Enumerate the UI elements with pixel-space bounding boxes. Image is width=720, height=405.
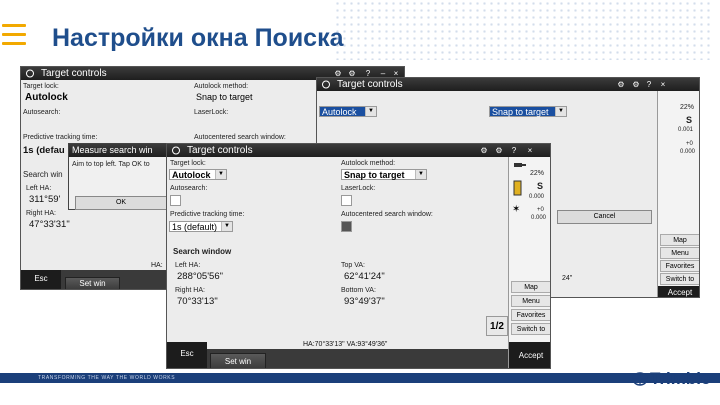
laserlock-label: LaserLock: bbox=[341, 185, 376, 192]
predictive-label: Predictive tracking time: bbox=[23, 134, 98, 141]
logo-text: Trimble bbox=[650, 369, 711, 388]
offset-plus-text: +0 bbox=[686, 141, 693, 147]
top-va-value: 62°41'24" bbox=[344, 271, 385, 282]
menu-button[interactable]: Menu bbox=[511, 295, 550, 307]
trimble-globe-icon bbox=[632, 372, 648, 386]
predictive-dropdown[interactable]: 1s (default) ▼ bbox=[169, 221, 233, 232]
prism-constant-text: 0.000 bbox=[529, 194, 545, 200]
map-button[interactable]: Map bbox=[660, 234, 699, 246]
autolock-method-label: Autolock method: bbox=[194, 83, 249, 90]
autocentered-label: Autocentered search window: bbox=[194, 134, 286, 141]
status-text: HA: bbox=[151, 262, 163, 269]
search-window-heading: Search window bbox=[173, 247, 232, 256]
target-type-text: S bbox=[537, 181, 544, 191]
offset-plus-text: +0 bbox=[537, 207, 544, 213]
close-icon[interactable]: × bbox=[524, 144, 536, 157]
autolock-method-dropdown[interactable]: Snap to target bbox=[194, 92, 289, 103]
autocentered-label: Autocentered search window: bbox=[341, 211, 433, 218]
autolock-method-dropdown[interactable]: Snap to target ▼ bbox=[489, 106, 567, 117]
target-prism-icon: ✶ bbox=[512, 204, 521, 215]
trimble-logo: Trimble bbox=[632, 369, 710, 389]
predictive-label: Predictive tracking time: bbox=[170, 211, 245, 218]
target-lock-label: Target lock: bbox=[23, 83, 59, 90]
decorative-dots bbox=[334, 0, 714, 60]
offset-value-text: 0.000 bbox=[680, 149, 696, 155]
predictive-dropdown[interactable]: 1s (defau bbox=[23, 145, 65, 156]
settings-icon[interactable]: ⚙ bbox=[630, 78, 642, 91]
offset-value-text: 0.000 bbox=[531, 215, 547, 221]
instrument-icon bbox=[513, 180, 522, 196]
app-icon bbox=[26, 69, 34, 78]
footer-tagline: TRANSFORMING THE WAY THE WORLD WORKS bbox=[38, 375, 176, 381]
target-controls-window-front: Target controls ⚙ ⚙ ? × Target lock: Aut… bbox=[166, 143, 551, 369]
ok-button[interactable]: OK bbox=[75, 196, 167, 210]
autosearch-label: Autosearch: bbox=[23, 109, 61, 116]
help-icon[interactable]: ? bbox=[508, 144, 520, 157]
autolock-method-label: Autolock method: bbox=[341, 160, 396, 167]
top-va-label: Top VA: bbox=[341, 262, 365, 269]
tools-icon[interactable]: ⚙ bbox=[615, 78, 627, 91]
left-ha-value: 311°59' bbox=[29, 194, 61, 205]
target-lock-dropdown[interactable]: Autolock bbox=[23, 92, 83, 103]
status-text: HA:70°33'13" VA:93°49'36" bbox=[303, 341, 388, 348]
prism-constant-text: 0.001 bbox=[678, 127, 694, 133]
target-type-text: S bbox=[686, 115, 693, 125]
search-window-heading: Search win bbox=[23, 170, 63, 179]
switch-to-button[interactable]: Switch to bbox=[511, 323, 550, 335]
bottom-va-label: Bottom VA: bbox=[341, 287, 376, 294]
left-ha-label: Left HA: bbox=[175, 262, 201, 269]
tools-icon[interactable]: ⚙ bbox=[478, 144, 490, 157]
favorites-button[interactable]: Favorites bbox=[511, 309, 550, 321]
laserlock-label: LaserLock: bbox=[194, 109, 229, 116]
accept-button[interactable]: Accept bbox=[658, 286, 699, 297]
target-lock-dropdown[interactable]: Autolock ▼ bbox=[319, 106, 377, 117]
right-ha-label: Right HA: bbox=[175, 287, 205, 294]
status-sidebar: 22% S 0.000 ✶ +0 0.000 Map Menu Favorite… bbox=[508, 157, 550, 368]
target-lock-dropdown[interactable]: Autolock ▼ bbox=[169, 169, 227, 180]
set-win-button[interactable]: Set win bbox=[65, 277, 120, 289]
window-titlebar: Target controls ⚙ ⚙ ? × bbox=[167, 144, 550, 157]
battery-text: 22% bbox=[530, 170, 545, 177]
window-titlebar: Target controls ⚙ ⚙ ? × bbox=[317, 78, 699, 91]
vertical-angle-text: 24" bbox=[562, 275, 573, 282]
autocentered-checkbox[interactable] bbox=[341, 221, 352, 232]
page-toggle-button[interactable]: 1/2 bbox=[486, 316, 508, 336]
window-title: Target controls bbox=[337, 79, 403, 90]
cancel-button[interactable]: Cancel bbox=[557, 210, 652, 224]
left-ha-label: Left HA: bbox=[26, 185, 52, 192]
autosearch-label: Autosearch: bbox=[170, 185, 208, 192]
switch-to-button[interactable]: Switch to bbox=[660, 273, 699, 285]
right-ha-value: 70°33'13" bbox=[177, 296, 218, 307]
esc-button[interactable]: Esc bbox=[167, 342, 207, 368]
map-button[interactable]: Map bbox=[511, 281, 550, 293]
status-sidebar: 22% S 0.001 +0 0.000 Map Menu Favorites … bbox=[657, 91, 699, 297]
window-title: Target controls bbox=[187, 145, 253, 156]
autolock-method-dropdown[interactable]: Snap to target ▼ bbox=[341, 169, 427, 180]
right-ha-label: Right HA: bbox=[26, 210, 56, 217]
settings-icon[interactable]: ⚙ bbox=[493, 144, 505, 157]
window-title: Target controls bbox=[41, 68, 107, 79]
right-ha-value: 47°33'31" bbox=[29, 219, 70, 230]
set-win-button[interactable]: Set win bbox=[210, 353, 266, 368]
bottom-va-value: 93°49'37" bbox=[344, 296, 385, 307]
dialog-message: Aim to top left. Tap OK to bbox=[72, 161, 150, 168]
laserlock-checkbox[interactable] bbox=[341, 195, 352, 206]
favorites-button[interactable]: Favorites bbox=[660, 260, 699, 272]
esc-button[interactable]: Esc bbox=[21, 270, 61, 289]
app-icon bbox=[322, 80, 330, 89]
help-icon[interactable]: ? bbox=[643, 78, 655, 91]
slide-title: Настройки окна Поиска bbox=[52, 24, 344, 52]
autosearch-checkbox[interactable] bbox=[170, 195, 181, 206]
menu-button[interactable]: Menu bbox=[660, 247, 699, 259]
left-ha-value: 288°05'56" bbox=[177, 271, 223, 282]
battery-text: 22% bbox=[680, 104, 695, 111]
accept-button[interactable]: Accept bbox=[509, 342, 550, 368]
plug-icon bbox=[514, 163, 526, 167]
app-icon bbox=[172, 146, 180, 155]
close-icon[interactable]: × bbox=[657, 78, 669, 91]
target-lock-label: Target lock: bbox=[170, 160, 206, 167]
menu-icon bbox=[2, 24, 26, 51]
